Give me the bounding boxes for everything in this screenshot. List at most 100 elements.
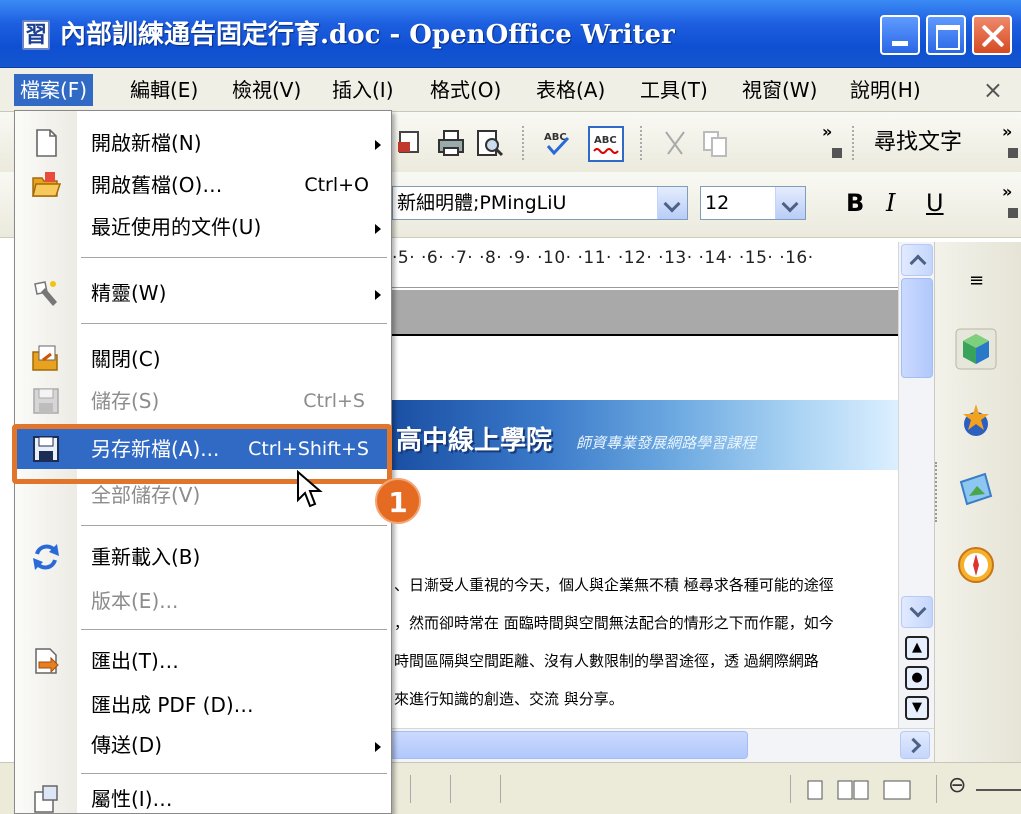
menu-item-label: 儲存(S) <box>91 389 160 413</box>
menu-item-close[interactable]: 關閉(C) <box>15 339 391 379</box>
status-cell <box>450 775 451 803</box>
status-cell <box>936 775 937 803</box>
page-margin-area <box>390 290 898 336</box>
toolbar-dropdown-icon[interactable] <box>1008 148 1018 158</box>
chevron-down-icon[interactable] <box>657 187 687 219</box>
menu-item-send[interactable]: 傳送(D) <box>15 725 391 765</box>
submenu-arrow-icon <box>375 140 381 150</box>
menu-item-label: 匯出(T)… <box>91 649 179 673</box>
banner-subtitle: 師資專業發展網路學習課程 <box>576 434 757 452</box>
vertical-scroll-thumb[interactable] <box>901 278 933 378</box>
export-icon <box>35 648 59 674</box>
document-text-line: 來進行知識的創造、交流 與分享。 <box>394 690 624 708</box>
close-document-x-icon[interactable]: × <box>983 74 1003 106</box>
menu-item-export[interactable]: 匯出(T)… <box>15 641 391 681</box>
toolbar-dropdown-icon[interactable] <box>1008 208 1018 218</box>
wizard-icon <box>34 281 57 306</box>
menu-file[interactable]: 檔案(F) <box>14 74 94 106</box>
maximize-button[interactable] <box>926 15 966 55</box>
spellcheck-icon[interactable]: ABC <box>542 128 572 158</box>
menu-separator <box>81 773 387 774</box>
horizontal-scroll-thumb[interactable] <box>390 731 748 759</box>
menu-item-new[interactable]: 開啟新檔(N) <box>15 123 391 163</box>
toolbar-dropdown-icon[interactable] <box>832 148 842 158</box>
menu-insert[interactable]: 插入(I) <box>326 74 400 106</box>
toolbar-separator <box>522 126 524 160</box>
print-direct-icon[interactable] <box>396 128 426 158</box>
menu-item-open[interactable]: 開啟舊檔(O)… Ctrl+O <box>15 165 391 205</box>
vertical-scrollbar[interactable]: ▲ ● ▼ <box>898 242 934 728</box>
sidebar-menu-icon[interactable]: ≡ <box>969 270 984 291</box>
sidebar-grip[interactable] <box>935 462 941 522</box>
underline-button[interactable]: U <box>926 186 944 220</box>
menu-help[interactable]: 說明(H) <box>844 74 927 106</box>
menu-edit[interactable]: 編輯(E) <box>124 74 204 106</box>
horizontal-ruler[interactable]: ·5· ·6· ·7· ·8· ·9· ·10· ·11· ·12· ·13· … <box>390 242 898 288</box>
font-size-combo[interactable]: 12 <box>700 186 806 220</box>
document-text-line: ，然而卻時常在 面臨時間與空間無法配合的情形之下而作罷，如今 <box>394 614 834 632</box>
menu-item-recent-documents[interactable]: 最近使用的文件(U) <box>15 207 391 247</box>
close-window-button[interactable] <box>972 15 1012 55</box>
horizontal-scrollbar[interactable] <box>390 728 934 762</box>
page-preview-icon[interactable] <box>474 128 504 158</box>
chevron-down-icon[interactable] <box>775 187 805 219</box>
properties-icon <box>34 785 58 813</box>
previous-page-icon[interactable]: ▲ <box>905 636 929 660</box>
italic-button[interactable]: I <box>886 186 895 220</box>
zoom-slider[interactable] <box>976 789 1021 791</box>
autospellcheck-icon[interactable]: ABC <box>588 126 624 162</box>
menu-bar: 檔案(F) 編輯(E) 檢視(V) 插入(I) 格式(O) 表格(A) 工具(T… <box>0 68 1021 112</box>
zoom-out-icon[interactable]: ⊖ <box>948 773 966 798</box>
menu-window[interactable]: 視窗(W) <box>736 74 823 106</box>
menu-item-reload[interactable]: 重新載入(B) <box>15 537 391 577</box>
menu-item-label: 屬性(I)… <box>91 787 173 811</box>
menu-format[interactable]: 格式(O) <box>424 74 507 106</box>
title-bar: 習 內部訓練通告固定行育.doc - OpenOffice Writer <box>0 0 1021 68</box>
menu-item-label: 開啟舊檔(O)… <box>91 173 223 197</box>
scroll-up-button[interactable] <box>901 244 933 276</box>
new-document-icon <box>36 129 57 157</box>
menu-item-export-pdf[interactable]: 匯出成 PDF (D)… <box>15 685 391 725</box>
menu-item-label: 開啟新檔(N) <box>91 131 202 155</box>
menu-table[interactable]: 表格(A) <box>530 74 611 106</box>
toolbar-overflow-icon[interactable]: » <box>822 122 832 141</box>
next-page-icon[interactable]: ▼ <box>905 696 929 720</box>
submenu-arrow-icon <box>375 742 381 752</box>
menu-item-save[interactable]: 儲存(S) Ctrl+S <box>15 381 391 421</box>
toolbar-overflow-icon[interactable]: » <box>1002 182 1012 201</box>
menu-separator <box>81 257 387 258</box>
menu-item-properties[interactable]: 屬性(I)… <box>15 779 391 814</box>
menu-item-wizards[interactable]: 精靈(W) <box>15 273 391 313</box>
document-area[interactable]: 高中線上學院 師資專業發展網路學習課程 、日漸受人重視的今天，個人與企業無不積 … <box>390 338 898 728</box>
ruler-scale: ·5· ·6· ·7· ·8· ·9· ·10· ·11· ·12· ·13· … <box>392 248 814 268</box>
reload-icon <box>33 544 59 570</box>
menu-separator <box>81 323 387 324</box>
menu-item-label: 版本(E)... <box>91 589 179 613</box>
gallery-cube-icon[interactable] <box>955 328 997 370</box>
font-name-combo[interactable]: 新細明體;PMingLiU <box>392 186 688 220</box>
find-text-label: 尋找文字 <box>874 130 963 155</box>
image-gallery-icon[interactable] <box>955 468 997 510</box>
cut-icon[interactable] <box>660 128 690 158</box>
open-folder-icon <box>32 172 61 197</box>
menu-item-versions[interactable]: 版本(E)... <box>15 581 391 621</box>
window-title: 內部訓練通告固定行育.doc - OpenOffice Writer <box>60 20 675 50</box>
bold-button[interactable]: B <box>846 186 864 220</box>
scroll-down-button[interactable] <box>901 596 933 628</box>
toolbar-overflow-icon[interactable]: » <box>1002 122 1012 141</box>
app-icon: 習 <box>22 20 50 50</box>
scroll-right-button[interactable] <box>900 731 930 759</box>
menu-tools[interactable]: 工具(T) <box>634 74 714 106</box>
submenu-arrow-icon <box>375 224 381 234</box>
compass-icon[interactable] <box>955 544 997 586</box>
print-icon[interactable] <box>436 128 466 158</box>
menu-item-label: 匯出成 PDF (D)… <box>91 693 254 717</box>
navigation-icon[interactable]: ● <box>905 666 929 690</box>
copy-icon[interactable] <box>700 128 730 158</box>
menu-view[interactable]: 檢視(V) <box>226 74 307 106</box>
view-layout-icons[interactable] <box>806 779 916 801</box>
toolbar-separator <box>640 126 642 160</box>
svg-text:ABC: ABC <box>594 135 617 146</box>
navigator-stars-icon[interactable] <box>955 402 997 444</box>
minimize-button[interactable] <box>880 15 920 55</box>
